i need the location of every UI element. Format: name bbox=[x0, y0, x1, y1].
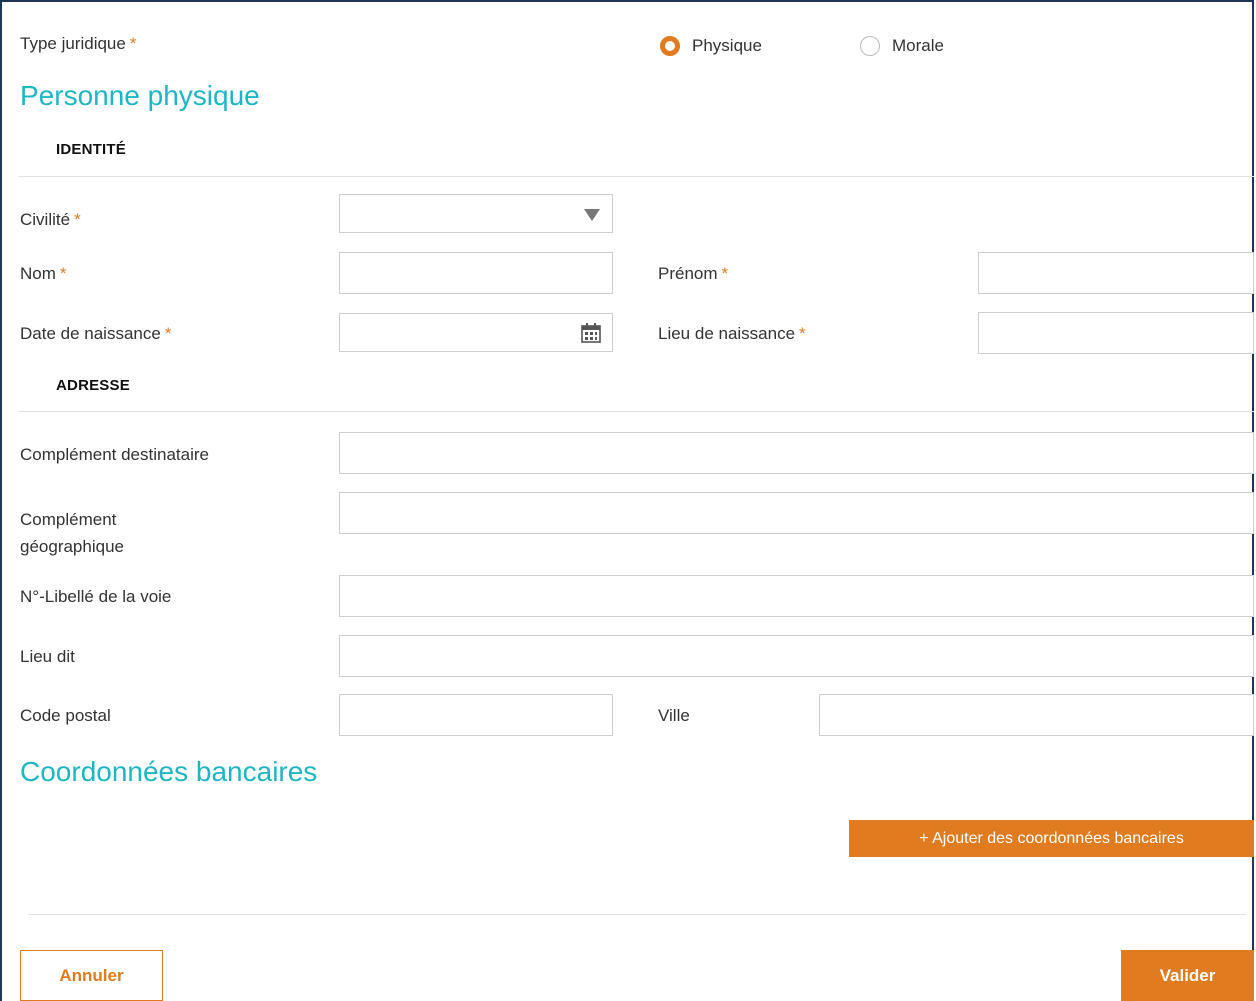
nom-input[interactable] bbox=[339, 252, 613, 294]
required-mark: * bbox=[721, 264, 729, 283]
submit-button[interactable]: Valider bbox=[1121, 950, 1254, 1001]
add-bank-details-button[interactable]: + Ajouter des coordonnées bancaires bbox=[849, 820, 1254, 857]
code-postal-label: Code postal bbox=[20, 706, 111, 725]
lieu-naissance-label-text: Lieu de naissance bbox=[658, 324, 796, 343]
date-naissance-label: Date de naissance * bbox=[20, 324, 171, 344]
section-title-bancaire: Coordonnées bancaires bbox=[20, 756, 318, 787]
complement-geographique-input[interactable] bbox=[339, 492, 1254, 534]
prenom-label: Prénom * bbox=[658, 264, 728, 284]
required-mark: * bbox=[799, 324, 806, 343]
complement-geographique-label-line1: Complément bbox=[20, 510, 117, 529]
required-mark: * bbox=[164, 324, 172, 343]
required-mark: * bbox=[129, 34, 137, 53]
type-juridique-label-text: Type juridique bbox=[20, 34, 126, 53]
ville-label: Ville bbox=[658, 706, 690, 725]
radio-unselected-icon bbox=[860, 36, 880, 56]
subsection-title-adresse: ADRESSE bbox=[56, 377, 130, 394]
radio-physique-label: Physique bbox=[692, 36, 762, 55]
civilite-label-text: Civilité bbox=[20, 210, 71, 229]
chevron-down-icon bbox=[584, 209, 600, 221]
voie-input[interactable] bbox=[339, 575, 1254, 617]
type-juridique-label: Type juridique * bbox=[20, 34, 136, 54]
radio-morale[interactable]: Morale bbox=[860, 36, 944, 56]
date-naissance-label-text: Date de naissance bbox=[20, 324, 161, 343]
civilite-label: Civilité * bbox=[20, 210, 81, 230]
divider bbox=[18, 176, 1254, 177]
code-postal-input[interactable] bbox=[339, 694, 613, 736]
lieu-naissance-input[interactable] bbox=[978, 312, 1254, 354]
required-mark: * bbox=[59, 264, 67, 283]
complement-geographique-label: Complément géographique bbox=[20, 506, 124, 560]
radio-morale-label: Morale bbox=[892, 36, 944, 55]
calendar-icon[interactable] bbox=[580, 322, 602, 344]
lieu-dit-input[interactable] bbox=[339, 635, 1254, 677]
complement-geographique-label-line2: géographique bbox=[20, 537, 124, 556]
cancel-button[interactable]: Annuler bbox=[20, 950, 163, 1001]
lieu-naissance-label: Lieu de naissance * bbox=[658, 324, 806, 344]
radio-physique[interactable]: Physique bbox=[660, 36, 762, 56]
prenom-input[interactable] bbox=[978, 252, 1254, 294]
section-title-personne: Personne physique bbox=[20, 80, 260, 111]
required-mark: * bbox=[74, 210, 81, 229]
complement-destinataire-label: Complément destinataire bbox=[20, 445, 209, 464]
civilite-select[interactable] bbox=[339, 194, 613, 233]
subsection-title-identite: IDENTITÉ bbox=[56, 141, 126, 158]
date-naissance-input[interactable] bbox=[339, 313, 613, 352]
complement-destinataire-input[interactable] bbox=[339, 432, 1254, 474]
footer-divider bbox=[28, 914, 1246, 915]
nom-label: Nom * bbox=[20, 264, 67, 284]
voie-label: N°-Libellé de la voie bbox=[20, 587, 172, 606]
lieu-dit-label: Lieu dit bbox=[20, 647, 75, 666]
nom-label-text: Nom bbox=[20, 264, 56, 283]
prenom-label-text: Prénom bbox=[658, 264, 718, 283]
radio-selected-icon bbox=[660, 36, 680, 56]
ville-input[interactable] bbox=[819, 694, 1254, 736]
divider bbox=[18, 411, 1254, 412]
